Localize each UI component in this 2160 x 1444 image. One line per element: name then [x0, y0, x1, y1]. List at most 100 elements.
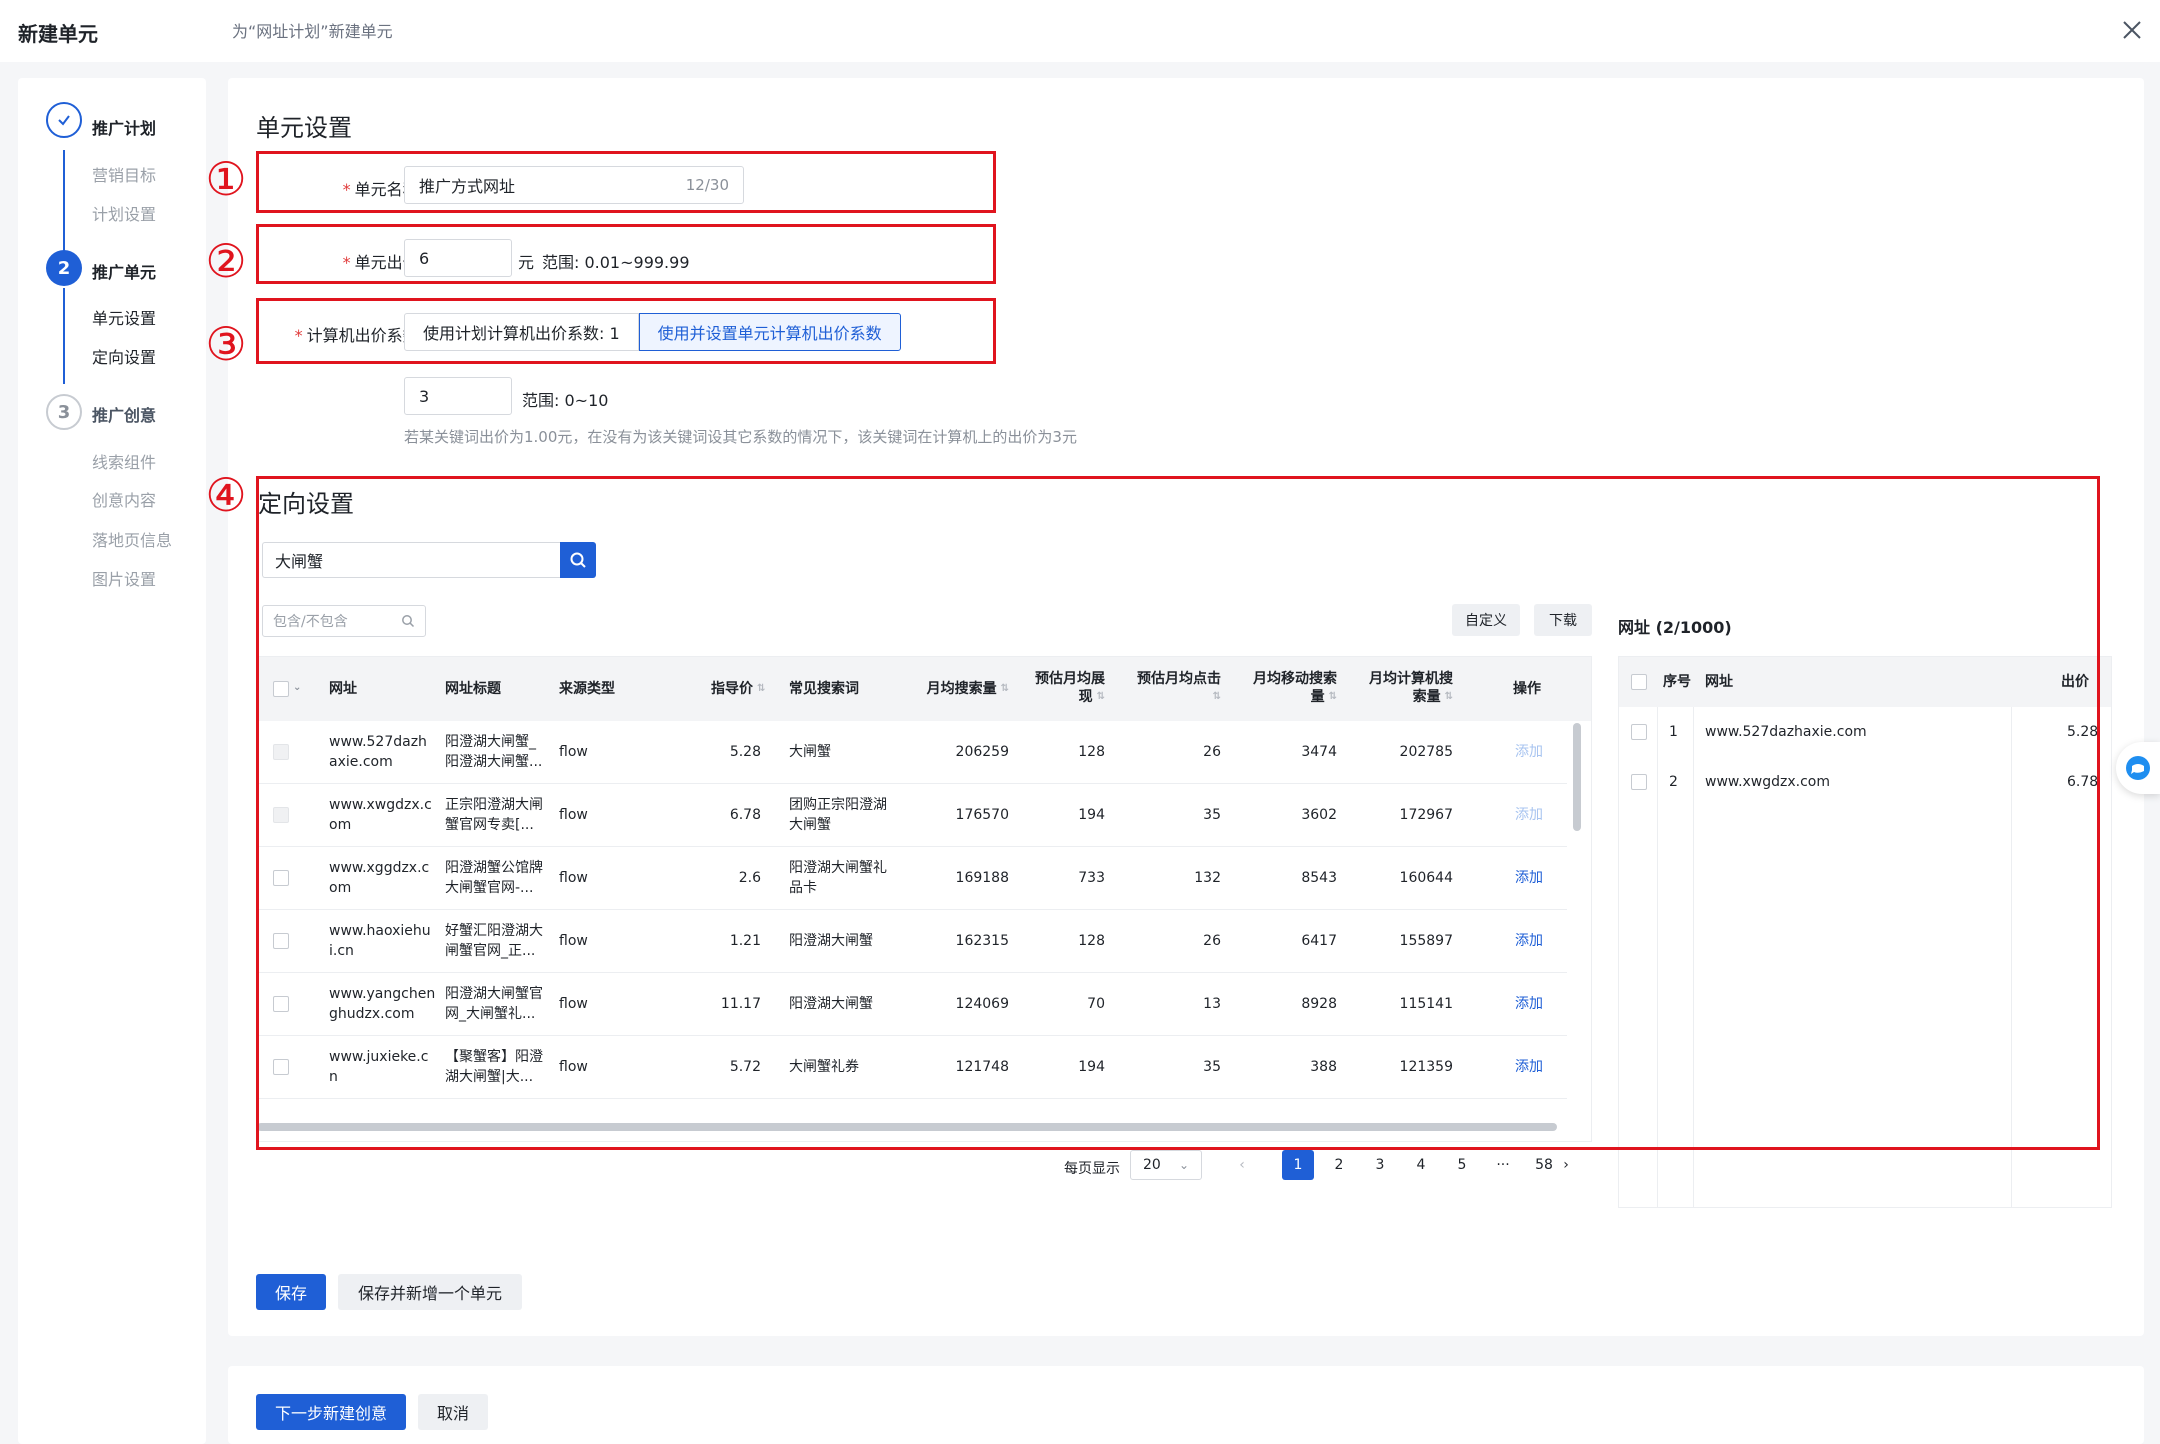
column-header-guide-price[interactable]: 指导价 ⇅ — [711, 680, 765, 698]
column-header-pc-search[interactable]: 月均计算机搜索量 ⇅ — [1369, 670, 1453, 706]
row-checkbox[interactable] — [273, 744, 289, 760]
save-button[interactable]: 保存 — [256, 1274, 326, 1310]
horizontal-scrollbar[interactable] — [257, 1123, 1557, 1131]
cell-title: 【聚蟹客】阳澄 湖大闸蟹|大... — [445, 1047, 543, 1087]
chevron-down-icon: ⌄ — [1178, 1158, 1189, 1172]
per-page-select[interactable]: 20 ⌄ — [1130, 1150, 1202, 1180]
annotation-marker-2: ② — [205, 234, 247, 288]
page-4[interactable]: 4 — [1405, 1150, 1437, 1180]
step-2-sub-unit-settings[interactable]: 单元设置 — [92, 305, 156, 329]
cell-monthly-search: 124069 — [955, 996, 1009, 1012]
step-3-sub-landing-page[interactable]: 落地页信息 — [92, 527, 172, 551]
column-header-url: 网址 — [329, 681, 357, 697]
prev-page-button[interactable]: ‹ — [1226, 1150, 1258, 1180]
column-header-mobile-search[interactable]: 月均移动搜索量 ⇅ — [1253, 670, 1337, 706]
select-all-checkbox[interactable] — [273, 681, 289, 697]
page-2[interactable]: 2 — [1323, 1150, 1355, 1180]
selected-row-checkbox[interactable] — [1631, 724, 1647, 740]
next-create-creative-button[interactable]: 下一步新建创意 — [256, 1394, 406, 1430]
step-3-sub-lead-component[interactable]: 线索组件 — [92, 449, 156, 473]
url-table: ⌄ 网址 网址标题 来源类型 指导价 ⇅ 常见搜索词 月均搜索量 ⇅ 预估月均展现 ⇅… — [256, 656, 1592, 1142]
coefficient-unit-option[interactable]: 使用并设置单元计算机出价系数 — [638, 313, 901, 351]
page-5[interactable]: 5 — [1446, 1150, 1478, 1180]
coefficient-hint: 若某关键词出价为1.00元，在没有为该关键词设其它系数的情况下，该关键词在计算机… — [404, 428, 1077, 446]
table-row[interactable]: www.juxieke.c n 【聚蟹客】阳澄 湖大闸蟹|大... flow 5.72 大闸… — [257, 1036, 1567, 1099]
cell-search-term: 阳澄湖大闸蟹礼 品卡 — [789, 858, 887, 898]
step-1-sub-marketing-goal[interactable]: 营销目标 — [92, 162, 156, 186]
cell-url-line: www.juxieke.c — [329, 1049, 429, 1065]
chat-support-icon[interactable] — [2116, 742, 2160, 794]
cell-pc-search: 172967 — [1399, 807, 1453, 823]
selected-row-index: 1 — [1669, 724, 1678, 740]
step-3-sub-image-settings[interactable]: 图片设置 — [92, 566, 156, 590]
cell-mobile-search: 8543 — [1301, 870, 1337, 886]
cell-url-line: axie.com — [329, 754, 393, 770]
row-checkbox[interactable] — [273, 996, 289, 1012]
cell-source: flow — [559, 996, 588, 1012]
row-checkbox[interactable] — [273, 870, 289, 886]
selected-select-all-checkbox[interactable] — [1631, 674, 1647, 690]
add-url-button[interactable]: 添加 — [1515, 931, 1543, 951]
add-url-button[interactable]: 添加 — [1515, 742, 1543, 762]
table-row[interactable]: www.xggdzx.c om 阳澄湖蟹公馆牌 大闸蟹官网-... flow 2.6 阳澄湖… — [257, 847, 1567, 910]
step-3-label[interactable]: 推广创意 — [92, 402, 156, 426]
table-row[interactable]: www.yangchen ghudzx.com 阳澄湖大闸蟹官 网_大闸蟹礼... fl… — [257, 973, 1567, 1036]
select-all-dropdown-icon[interactable]: ⌄ — [293, 679, 301, 697]
cell-search-term-line: 大闸蟹 — [789, 817, 831, 833]
unit-bid-unit: 元 — [518, 253, 535, 272]
column-header-impressions[interactable]: 预估月均展现 ⇅ — [1023, 670, 1105, 706]
add-url-button[interactable]: 添加 — [1515, 994, 1543, 1014]
unit-bid-value: 6 — [419, 248, 430, 268]
vertical-scrollbar[interactable] — [1573, 723, 1581, 831]
selected-urls-title: 网址 (2/1000) — [1618, 618, 1732, 637]
main-panel: 单元设置 * 单元名称: 推广方式网址 12/30 * 单元出价: 6 元 范围: … — [228, 78, 2144, 1336]
step-2-sub-targeting[interactable]: 定向设置 — [92, 344, 156, 368]
dialog-subtitle: 为“网址计划”新建单元 — [232, 22, 393, 41]
row-checkbox[interactable] — [273, 933, 289, 949]
cell-impressions: 194 — [1078, 1059, 1105, 1075]
column-header-title: 网址标题 — [445, 681, 501, 697]
selected-row-bid: 6.78 — [2067, 774, 2099, 790]
page-3[interactable]: 3 — [1364, 1150, 1396, 1180]
download-button[interactable]: 下载 — [1534, 604, 1592, 636]
cell-url-line: www.haoxiehu — [329, 923, 431, 939]
add-url-button[interactable]: 添加 — [1515, 1057, 1543, 1077]
step-1-sub-plan-settings[interactable]: 计划设置 — [92, 201, 156, 225]
table-row[interactable]: www.527dazh axie.com 阳澄湖大闸蟹_ 阳澄湖大闸蟹... flow 5… — [257, 721, 1567, 784]
cell-url-line: www.xggdzx.c — [329, 860, 430, 876]
unit-name-input[interactable]: 推广方式网址 12/30 — [404, 166, 744, 204]
page-6[interactable]: ··· — [1487, 1150, 1519, 1180]
customize-columns-button[interactable]: 自定义 — [1452, 604, 1520, 636]
column-header-clicks[interactable]: 预估月均点击⇅ — [1137, 670, 1221, 706]
page-1[interactable]: 1 — [1282, 1150, 1314, 1180]
cell-source: flow — [559, 807, 588, 823]
cell-impressions: 128 — [1078, 744, 1105, 760]
add-url-button[interactable]: 添加 — [1515, 805, 1543, 825]
next-page-button[interactable]: › — [1550, 1150, 1582, 1180]
selected-row-checkbox[interactable] — [1631, 774, 1647, 790]
row-checkbox[interactable] — [273, 807, 289, 823]
cell-title: 阳澄湖蟹公馆牌 大闸蟹官网-... — [445, 858, 543, 898]
add-url-button[interactable]: 添加 — [1515, 868, 1543, 888]
coefficient-input[interactable]: 3 — [404, 377, 512, 415]
search-icon[interactable] — [560, 542, 596, 578]
unit-bid-input[interactable]: 6 — [404, 239, 512, 277]
cell-pc-search: 115141 — [1399, 996, 1453, 1012]
step-2-label[interactable]: 推广单元 — [92, 259, 156, 283]
step-1-label[interactable]: 推广计划 — [92, 115, 156, 139]
table-row[interactable]: www.haoxiehu i.cn 好蟹汇阳澄湖大 闸蟹官网_正... flow 1.21… — [257, 910, 1567, 973]
close-icon[interactable] — [2116, 14, 2148, 46]
annotation-marker-3: ③ — [205, 317, 247, 371]
selected-column-url: 网址 — [1705, 674, 1733, 690]
filter-placeholder: 包含/不包含 — [273, 614, 348, 630]
cancel-button[interactable]: 取消 — [418, 1394, 488, 1430]
row-checkbox[interactable] — [273, 1059, 289, 1075]
cell-title-line: 阳澄湖大闸蟹_ — [445, 734, 536, 750]
coefficient-plan-option[interactable]: 使用计划计算机出价系数: 1 — [404, 313, 639, 351]
table-row[interactable]: www.xwgdzx.c om 正宗阳澄湖大闸 蟹官网专卖[... flow 6.78 团购… — [257, 784, 1567, 847]
keyword-search-input[interactable]: 大闸蟹 — [262, 542, 564, 578]
save-and-new-unit-button[interactable]: 保存并新增一个单元 — [338, 1274, 522, 1310]
include-exclude-filter[interactable]: 包含/不包含 — [262, 605, 426, 637]
step-3-sub-creative-content[interactable]: 创意内容 — [92, 487, 156, 511]
column-header-monthly-search[interactable]: 月均搜索量 ⇅ — [909, 680, 1009, 698]
